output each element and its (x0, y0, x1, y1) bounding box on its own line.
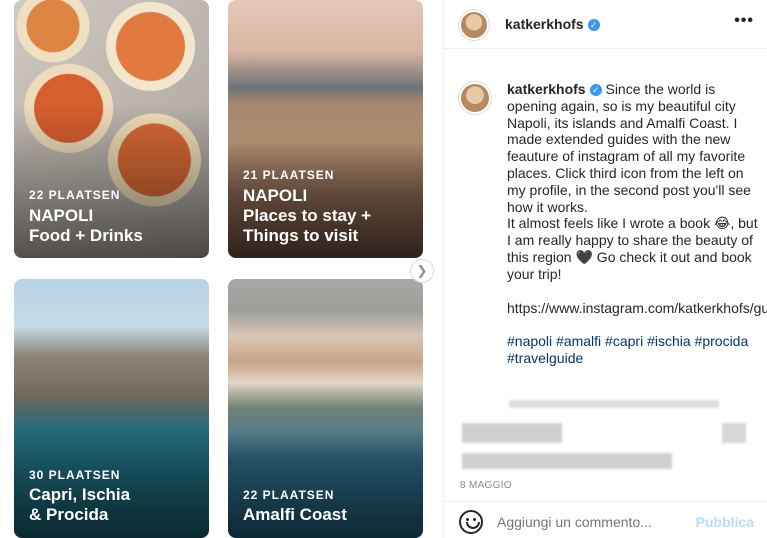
caption-link[interactable]: https://www.instagram.com/katkerkhofs/gu… (507, 300, 767, 317)
blurred-save-icon (722, 423, 746, 443)
post-media: 22 PLAATSEN NAPOLI Food + Drinks 21 PLAA… (0, 0, 443, 538)
comment-bar: Pubblica (444, 501, 767, 538)
header-username[interactable]: katkerkhofs (505, 16, 584, 32)
guide-place-count: 30 PLAATSEN (29, 468, 121, 482)
verified-badge-icon: ✓ (587, 19, 600, 31)
guide-title-line: Amalfi Coast (243, 505, 347, 524)
guide-title-line: Capri, Ischia (29, 485, 131, 504)
caption-username[interactable]: katkerkhofs (507, 81, 586, 97)
verified-badge-icon: ✓ (589, 84, 602, 96)
guide-place-count: 22 PLAATSEN (29, 188, 121, 202)
guide-place-count: 21 PLAATSEN (243, 168, 335, 182)
caption-body: Since the world is opening again, so is … (507, 81, 751, 215)
guide-card-amalfi[interactable]: 22 PLAATSEN Amalfi Coast (228, 279, 423, 538)
more-options-icon[interactable]: ••• (734, 12, 754, 30)
comment-input[interactable] (497, 514, 707, 530)
blurred-action-icons (462, 423, 562, 443)
caption-text: katkerkhofs ✓ Since the world is opening … (507, 81, 767, 367)
emoji-icon[interactable] (459, 510, 483, 534)
guide-title-line: Food + Drinks (29, 226, 143, 245)
guide-title-line: NAPOLI (243, 186, 308, 205)
guide-title-line: Places to stay + (243, 206, 372, 225)
post-button[interactable]: Pubblica (696, 514, 754, 530)
guide-card-napoli-stay[interactable]: 21 PLAATSEN NAPOLI Places to stay + Thin… (228, 0, 423, 258)
guide-card-napoli-food[interactable]: 22 PLAATSEN NAPOLI Food + Drinks (14, 0, 209, 258)
caption-hashtags[interactable]: #napoli #amalfi #capri #ischia #procida … (507, 333, 759, 367)
guide-title-line: Things to visit (243, 226, 359, 245)
guide-title-line: & Procida (29, 505, 109, 524)
post-header: katkerkhofs ✓ ••• (444, 0, 767, 49)
avatar[interactable] (459, 10, 489, 40)
header-username-wrap: katkerkhofs ✓ (505, 16, 600, 32)
blurred-likes (462, 453, 672, 469)
caption-body-2: It almost feels like I wrote a book 😂, b… (507, 215, 758, 282)
caption-avatar[interactable] (459, 82, 491, 114)
blurred-content (509, 400, 719, 408)
guide-place-count: 22 PLAATSEN (243, 488, 335, 502)
guide-title-line: NAPOLI (29, 206, 94, 225)
guide-card-capri[interactable]: 30 PLAATSEN Capri, Ischia & Procida (14, 279, 209, 538)
next-arrow-icon[interactable]: ❯ (410, 259, 434, 283)
post-sidebar: katkerkhofs ✓ ••• katkerkhofs ✓ Since the … (443, 0, 767, 538)
post-date: 8 MAGGIO (460, 480, 512, 491)
